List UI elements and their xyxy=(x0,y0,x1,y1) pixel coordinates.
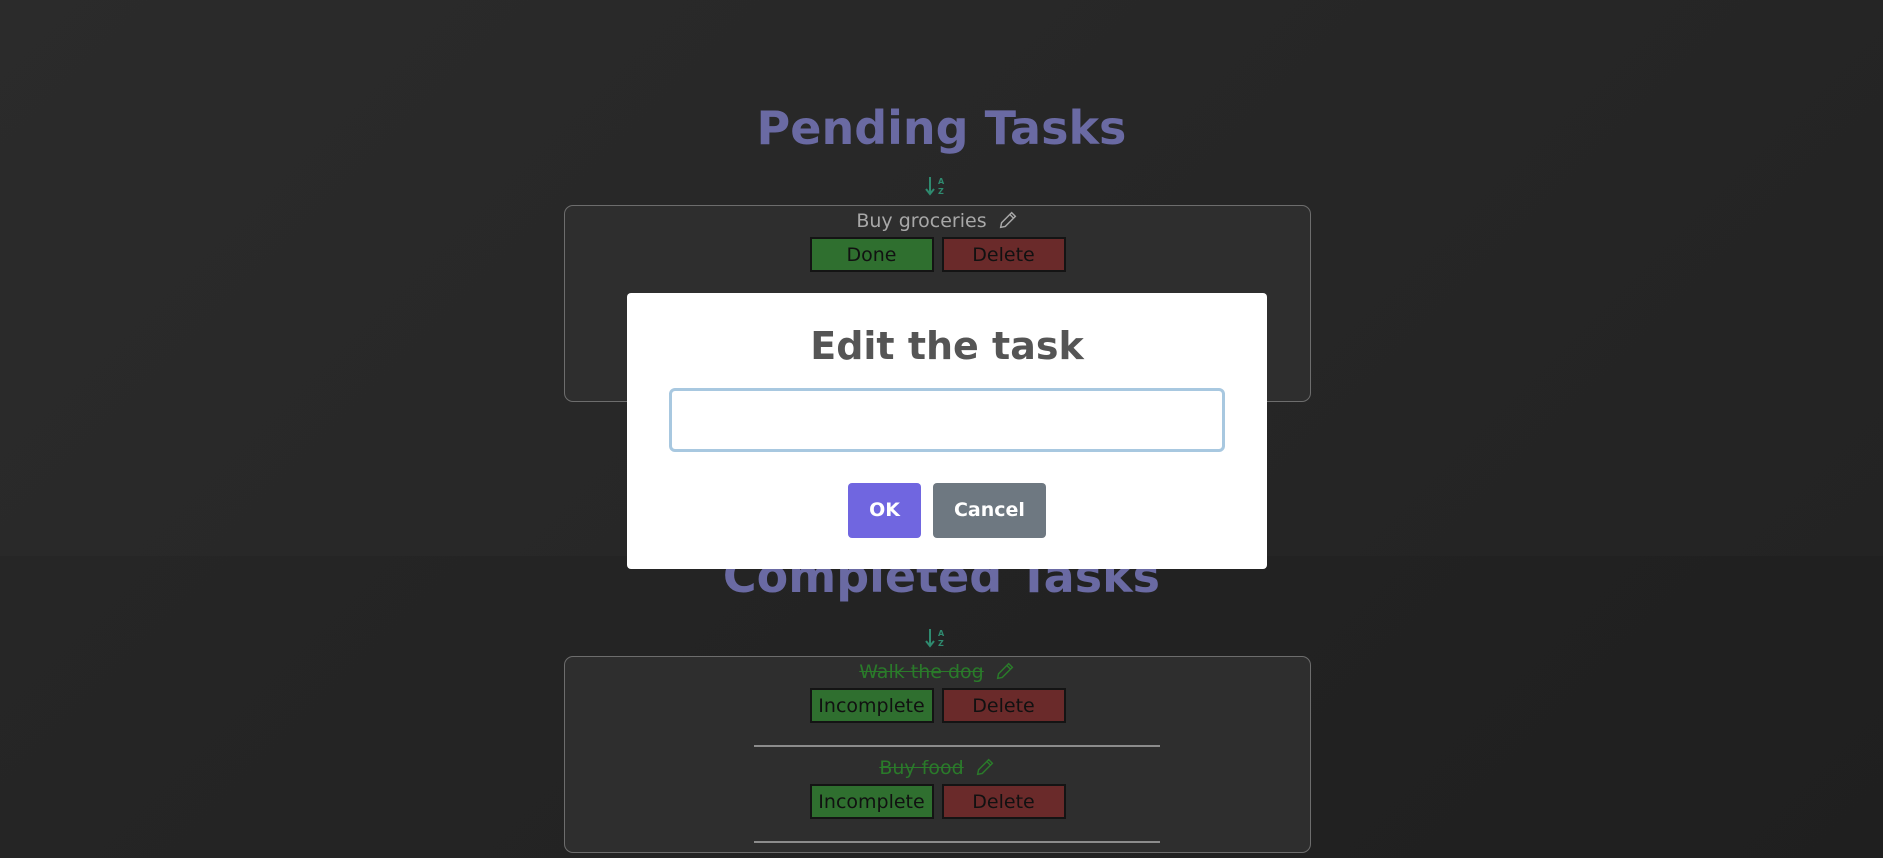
dialog-title: Edit the task xyxy=(810,324,1084,368)
dialog-buttons: OK Cancel xyxy=(627,483,1267,538)
edit-task-dialog: Edit the task OK Cancel xyxy=(627,293,1267,569)
ok-button[interactable]: OK xyxy=(848,483,921,538)
cancel-button[interactable]: Cancel xyxy=(932,483,1046,538)
task-edit-input[interactable] xyxy=(669,388,1225,452)
